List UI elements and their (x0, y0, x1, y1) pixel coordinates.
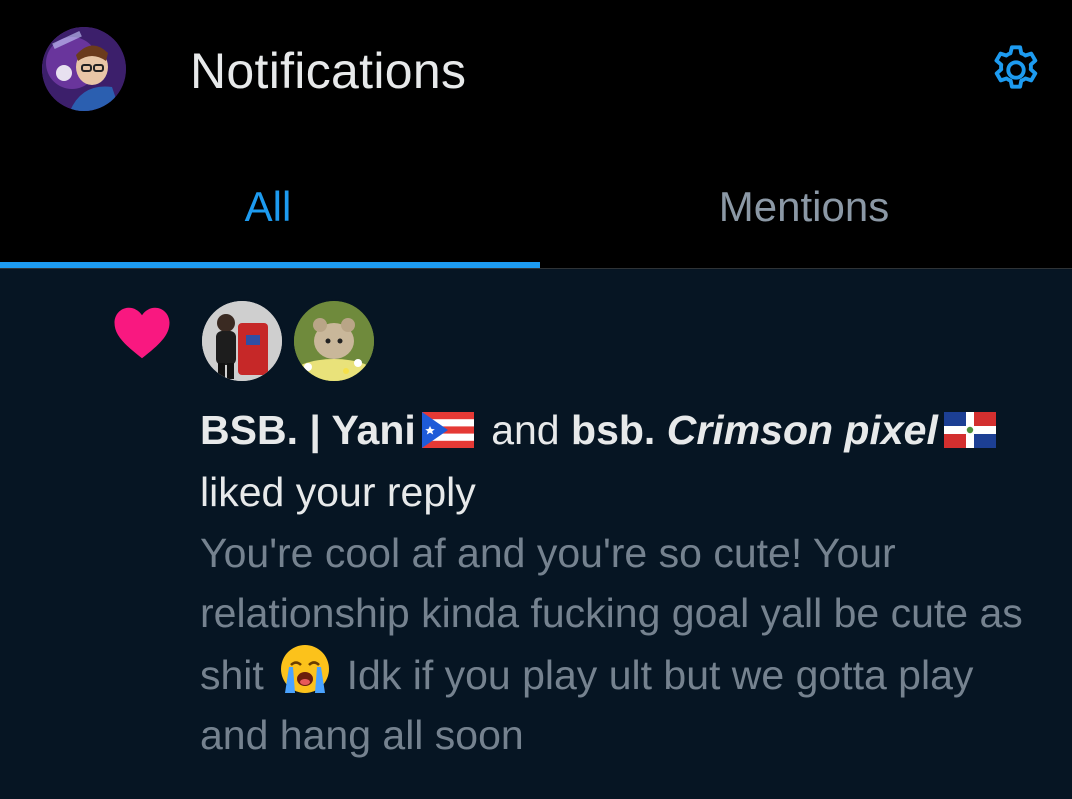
avatar-art (42, 27, 126, 111)
liker-avatar-1-art (202, 301, 282, 381)
notification-action: liked your reply (200, 469, 476, 515)
puerto-rico-flag-icon (421, 412, 474, 448)
crying-face-emoji (281, 645, 330, 693)
liker-avatar-2[interactable] (292, 299, 376, 383)
gear-icon (994, 45, 1038, 89)
connector-text: and (491, 407, 560, 453)
liker-avatar-1[interactable] (200, 299, 284, 383)
tab-bar: All Mentions (0, 145, 1072, 269)
liker-name-2-styled[interactable]: Crimson pixel (667, 407, 938, 453)
header: Notifications (0, 0, 1072, 145)
tab-mentions-label: Mentions (718, 183, 890, 230)
liker-avatars (200, 299, 376, 385)
dominican-republic-flag-icon (943, 412, 996, 448)
settings-button[interactable] (984, 38, 1048, 102)
notification-summary: BSB. | Yani and bsb. Crimson pixel liked… (200, 399, 1045, 523)
liker-name-1[interactable]: BSB. | Yani (200, 407, 416, 453)
tab-mentions[interactable]: Mentions (536, 145, 1072, 269)
tab-all[interactable]: All (0, 145, 540, 269)
liker-avatar-2-art (294, 301, 374, 381)
page-title: Notifications (190, 43, 467, 99)
tab-all-label: All (244, 183, 292, 230)
user-avatar-icon[interactable] (42, 27, 126, 111)
reply-preview: You're cool af and you're so cute! Your … (200, 523, 1045, 765)
heart-icon (114, 307, 170, 359)
notifications-screen: Notifications All Mentions BSB. | Yani a… (0, 0, 1072, 799)
notification-item[interactable]: BSB. | Yani and bsb. Crimson pixel liked… (0, 269, 1072, 799)
liker-name-2-prefix[interactable]: bsb. (571, 407, 655, 453)
